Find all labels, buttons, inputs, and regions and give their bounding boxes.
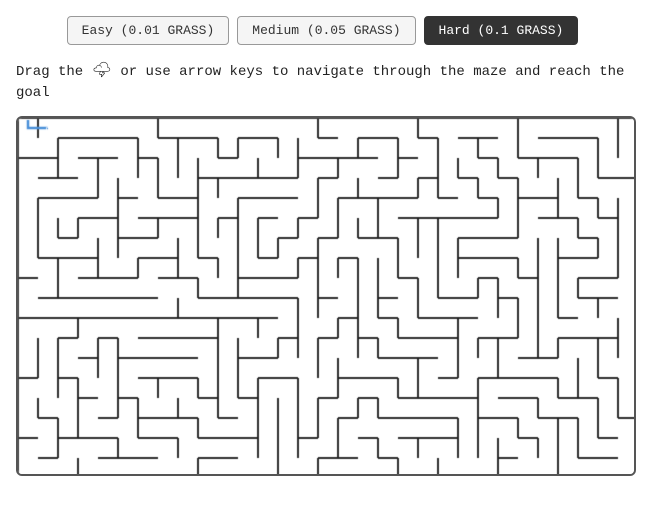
instructions-text: Drag the 🌩 or use arrow keys to navigate… [16, 59, 629, 104]
medium-button[interactable]: Medium (0.05 GRASS) [237, 16, 415, 45]
hard-button[interactable]: Hard (0.1 GRASS) [424, 16, 579, 45]
cloud-icon: 🌩 [92, 59, 112, 83]
maze-container[interactable] [16, 116, 636, 476]
easy-button[interactable]: Easy (0.01 GRASS) [67, 16, 230, 45]
maze-canvas[interactable] [18, 118, 636, 476]
difficulty-selector: Easy (0.01 GRASS) Medium (0.05 GRASS) Ha… [16, 16, 629, 45]
